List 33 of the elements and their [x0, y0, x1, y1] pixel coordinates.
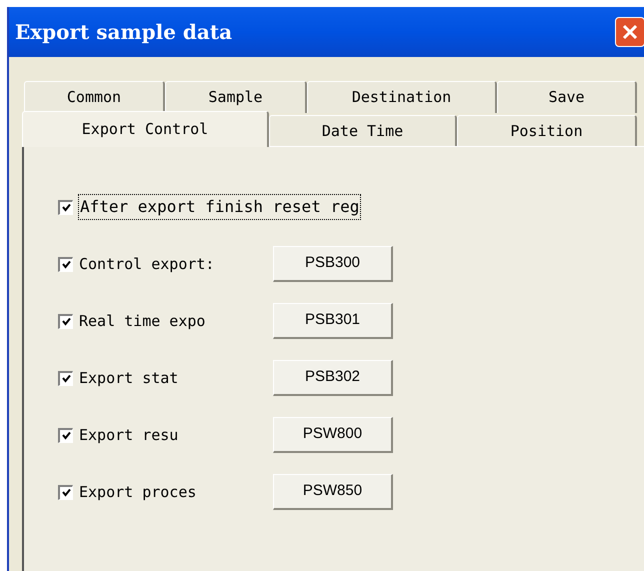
checkbox[interactable]: [58, 428, 73, 442]
checkbox-label: Export proces: [79, 482, 198, 503]
register-button[interactable]: PSB302: [273, 360, 393, 396]
register-button[interactable]: PSW800: [273, 417, 393, 453]
check-icon: [62, 488, 70, 497]
check-icon: [62, 431, 70, 440]
register-button[interactable]: PSB300: [273, 246, 393, 282]
checkbox-label: Export resu: [79, 424, 180, 446]
close-button[interactable]: [615, 17, 644, 47]
checkbox[interactable]: [58, 256, 73, 272]
check-icon: [62, 374, 70, 383]
close-icon: [622, 24, 638, 40]
tab[interactable]: Save: [497, 81, 637, 113]
checkbox[interactable]: [58, 370, 73, 386]
checkbox[interactable]: [58, 200, 73, 214]
checkbox[interactable]: [58, 314, 73, 328]
tab[interactable]: Position: [457, 115, 637, 147]
window-title: Export sample data: [15, 19, 232, 46]
checkbox[interactable]: [58, 484, 73, 500]
tab[interactable]: Sample: [165, 81, 307, 113]
register-button[interactable]: PSB301: [273, 303, 393, 339]
checkbox-label: Control export:: [79, 254, 216, 275]
tab[interactable]: Destination: [307, 81, 497, 113]
checkbox-label: After export finish reset reg: [78, 194, 362, 220]
tab[interactable]: Date Time: [269, 115, 457, 147]
checkbox-label: Real time expo: [79, 310, 206, 332]
check-icon: [62, 260, 70, 269]
checkbox-label: Export stat: [79, 368, 180, 389]
check-icon: [62, 203, 70, 212]
check-icon: [62, 317, 70, 326]
tab[interactable]: Common: [24, 81, 165, 113]
register-button[interactable]: PSW850: [273, 474, 393, 510]
tab[interactable]: Export Control: [22, 111, 269, 147]
